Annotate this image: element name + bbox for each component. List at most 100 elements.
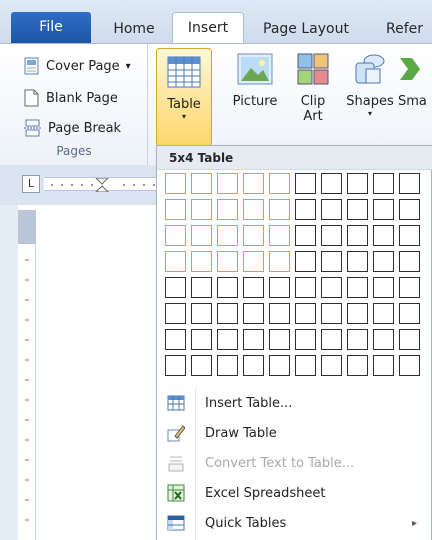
table-grid-cell[interactable] bbox=[243, 173, 264, 194]
table-button[interactable]: Table ▾ bbox=[156, 48, 212, 146]
table-grid-cell[interactable] bbox=[295, 355, 316, 376]
tab-insert[interactable]: Insert bbox=[172, 12, 244, 44]
shapes-button[interactable]: Shapes ▾ bbox=[340, 48, 400, 142]
table-grid-cell[interactable] bbox=[217, 355, 238, 376]
tab-file[interactable]: File bbox=[11, 12, 91, 43]
menu-item-convert-text-to-table[interactable]: Convert Text to Table... bbox=[157, 448, 432, 478]
table-grid-cell[interactable] bbox=[399, 225, 420, 246]
table-grid-cell[interactable] bbox=[295, 277, 316, 298]
table-size-grid[interactable] bbox=[165, 173, 425, 383]
cover-page-button[interactable]: Cover Page ▾ bbox=[24, 54, 131, 78]
table-grid-cell[interactable] bbox=[399, 251, 420, 272]
table-grid-cell[interactable] bbox=[269, 225, 290, 246]
table-grid-cell[interactable] bbox=[165, 277, 186, 298]
table-grid-cell[interactable] bbox=[347, 251, 368, 272]
table-grid-cell[interactable] bbox=[373, 225, 394, 246]
table-grid-cell[interactable] bbox=[321, 173, 342, 194]
table-grid-cell[interactable] bbox=[295, 303, 316, 324]
table-grid-cell[interactable] bbox=[269, 303, 290, 324]
table-grid-cell[interactable] bbox=[347, 277, 368, 298]
table-grid-cell[interactable] bbox=[321, 329, 342, 350]
menu-item-insert-table[interactable]: Insert Table... bbox=[157, 388, 432, 418]
tab-selector-button[interactable]: L bbox=[22, 175, 40, 193]
table-grid-cell[interactable] bbox=[295, 199, 316, 220]
table-grid-cell[interactable] bbox=[321, 225, 342, 246]
indent-marker-icon[interactable] bbox=[44, 178, 160, 192]
table-grid-cell[interactable] bbox=[191, 199, 212, 220]
table-grid-cell[interactable] bbox=[269, 355, 290, 376]
table-grid-cell[interactable] bbox=[243, 329, 264, 350]
table-grid-cell[interactable] bbox=[165, 303, 186, 324]
table-grid-cell[interactable] bbox=[243, 303, 264, 324]
menu-item-quick-tables[interactable]: Quick Tables ▸ bbox=[157, 508, 432, 538]
table-grid-cell[interactable] bbox=[373, 173, 394, 194]
table-grid-cell[interactable] bbox=[217, 173, 238, 194]
tab-home[interactable]: Home bbox=[104, 14, 164, 44]
table-grid-cell[interactable] bbox=[321, 355, 342, 376]
horizontal-ruler[interactable] bbox=[44, 177, 160, 192]
table-grid-cell[interactable] bbox=[373, 251, 394, 272]
table-grid-cell[interactable] bbox=[243, 355, 264, 376]
table-grid-cell[interactable] bbox=[373, 329, 394, 350]
table-grid-cell[interactable] bbox=[217, 303, 238, 324]
menu-item-draw-table[interactable]: Draw Table bbox=[157, 418, 432, 448]
table-grid-cell[interactable] bbox=[165, 225, 186, 246]
table-grid-cell[interactable] bbox=[191, 277, 212, 298]
smartart-button[interactable]: Sma bbox=[398, 48, 432, 142]
table-grid-cell[interactable] bbox=[165, 199, 186, 220]
table-grid-cell[interactable] bbox=[295, 173, 316, 194]
table-grid-cell[interactable] bbox=[347, 329, 368, 350]
blank-page-button[interactable]: Blank Page bbox=[24, 86, 118, 110]
table-grid-cell[interactable] bbox=[191, 303, 212, 324]
table-grid-cell[interactable] bbox=[269, 277, 290, 298]
table-grid-cell[interactable] bbox=[243, 199, 264, 220]
table-grid-cell[interactable] bbox=[321, 277, 342, 298]
table-grid-cell[interactable] bbox=[191, 173, 212, 194]
table-grid-cell[interactable] bbox=[347, 303, 368, 324]
table-grid-cell[interactable] bbox=[399, 329, 420, 350]
table-grid-cell[interactable] bbox=[295, 225, 316, 246]
table-grid-cell[interactable] bbox=[165, 251, 186, 272]
table-grid-cell[interactable] bbox=[295, 251, 316, 272]
table-grid-cell[interactable] bbox=[217, 225, 238, 246]
table-grid-cell[interactable] bbox=[373, 277, 394, 298]
table-grid-cell[interactable] bbox=[373, 303, 394, 324]
table-grid-cell[interactable] bbox=[217, 277, 238, 298]
table-grid-cell[interactable] bbox=[399, 199, 420, 220]
table-grid-cell[interactable] bbox=[217, 199, 238, 220]
table-grid-cell[interactable] bbox=[347, 199, 368, 220]
table-grid-cell[interactable] bbox=[243, 251, 264, 272]
table-grid-cell[interactable] bbox=[269, 329, 290, 350]
table-grid-cell[interactable] bbox=[373, 199, 394, 220]
table-grid-cell[interactable] bbox=[269, 199, 290, 220]
table-grid-cell[interactable] bbox=[165, 355, 186, 376]
menu-item-excel-spreadsheet[interactable]: Excel Spreadsheet bbox=[157, 478, 432, 508]
table-grid-cell[interactable] bbox=[347, 173, 368, 194]
table-grid-cell[interactable] bbox=[191, 225, 212, 246]
table-grid-cell[interactable] bbox=[347, 225, 368, 246]
table-grid-cell[interactable] bbox=[165, 329, 186, 350]
table-grid-cell[interactable] bbox=[191, 329, 212, 350]
table-grid-cell[interactable] bbox=[191, 355, 212, 376]
table-grid-cell[interactable] bbox=[321, 251, 342, 272]
table-grid-cell[interactable] bbox=[399, 277, 420, 298]
vertical-ruler[interactable] bbox=[18, 210, 36, 540]
table-grid-cell[interactable] bbox=[243, 277, 264, 298]
tab-page-layout[interactable]: Page Layout bbox=[254, 14, 358, 44]
table-grid-cell[interactable] bbox=[165, 173, 186, 194]
tab-references[interactable]: Refer bbox=[386, 14, 432, 44]
table-grid-cell[interactable] bbox=[321, 303, 342, 324]
picture-button[interactable]: Picture bbox=[226, 48, 284, 142]
table-grid-cell[interactable] bbox=[373, 355, 394, 376]
page-break-button[interactable]: Page Break bbox=[24, 116, 121, 140]
table-grid-cell[interactable] bbox=[399, 355, 420, 376]
table-grid-cell[interactable] bbox=[269, 173, 290, 194]
table-grid-cell[interactable] bbox=[399, 303, 420, 324]
table-grid-cell[interactable] bbox=[217, 251, 238, 272]
clip-art-button[interactable]: Clip Art bbox=[290, 48, 336, 142]
table-grid-cell[interactable] bbox=[217, 329, 238, 350]
table-grid-cell[interactable] bbox=[269, 251, 290, 272]
table-grid-cell[interactable] bbox=[243, 225, 264, 246]
table-grid-cell[interactable] bbox=[399, 173, 420, 194]
table-grid-cell[interactable] bbox=[191, 251, 212, 272]
